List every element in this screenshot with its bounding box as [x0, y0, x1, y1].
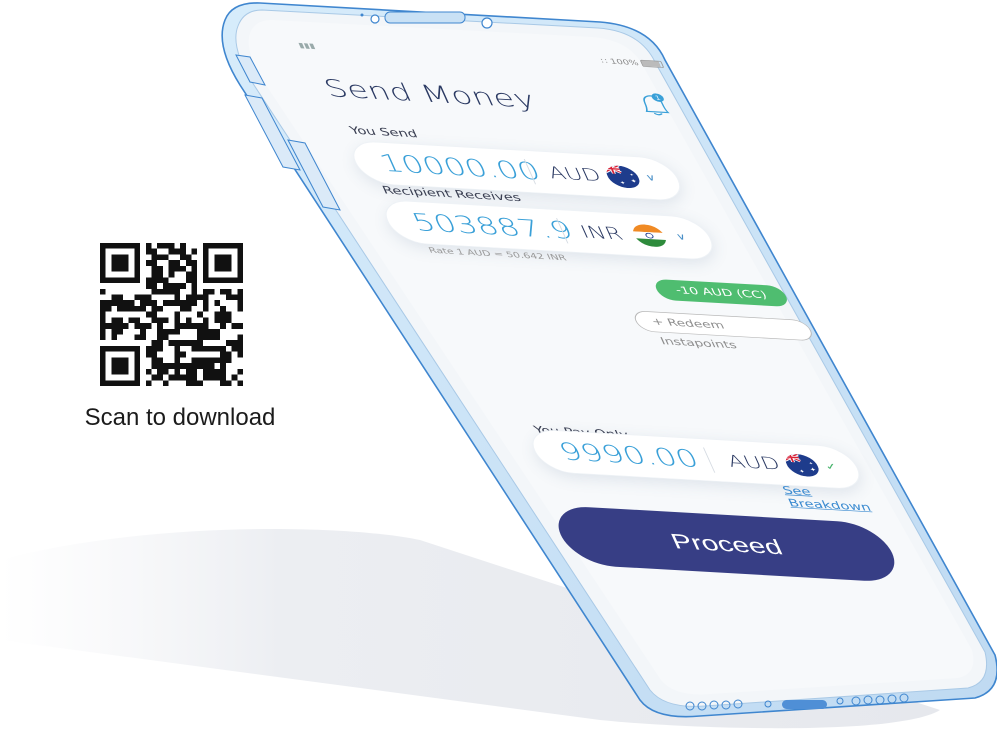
you-pay-currency: AUD	[723, 451, 784, 474]
you-send-label: You Send	[347, 123, 420, 141]
you-send-amount[interactable]: 10000.00	[375, 149, 546, 186]
proceed-button[interactable]: Proceed	[547, 504, 906, 584]
recipient-currency[interactable]: INR	[577, 222, 626, 244]
bluetooth-icon: ∷	[599, 57, 610, 66]
notification-bell-icon[interactable]: 1	[631, 90, 677, 120]
field-divider	[702, 447, 716, 473]
you-send-currency[interactable]: AUD	[545, 163, 605, 185]
chevron-down-icon[interactable]: ∨	[674, 232, 688, 243]
india-flag-icon	[628, 223, 671, 248]
australia-flag-icon: ✦ ✦ ✦	[602, 164, 644, 189]
chevron-down-icon[interactable]: ∨	[644, 173, 658, 184]
page-title: Send Money	[319, 74, 541, 115]
send-money-screen: ▮▮▮ ∷ 100% Send Money 1 You Send 10000.0…	[268, 32, 952, 644]
signal-icon: ▮▮▮	[297, 41, 317, 51]
you-pay-field: 9990.00 AUD ✦ ✦ ✦ ✓	[524, 428, 868, 491]
battery-percentage: 100%	[608, 58, 641, 68]
you-pay-amount: 9990.00	[554, 437, 704, 474]
battery-indicator: ∷ 100%	[600, 58, 665, 69]
discount-badge: -10 AUD (CC)	[651, 278, 791, 308]
redeem-instapoints-button[interactable]: + Redeem Instapoints	[630, 310, 816, 351]
signal-indicator: ▮▮▮	[297, 42, 317, 51]
see-breakdown-link[interactable]: See Breakdown	[780, 484, 894, 515]
battery-icon	[639, 59, 665, 68]
check-icon: ✓	[823, 461, 840, 473]
australia-flag-icon: ✦ ✦ ✦	[781, 453, 823, 478]
recipient-amount[interactable]: 503887.9	[407, 208, 578, 245]
